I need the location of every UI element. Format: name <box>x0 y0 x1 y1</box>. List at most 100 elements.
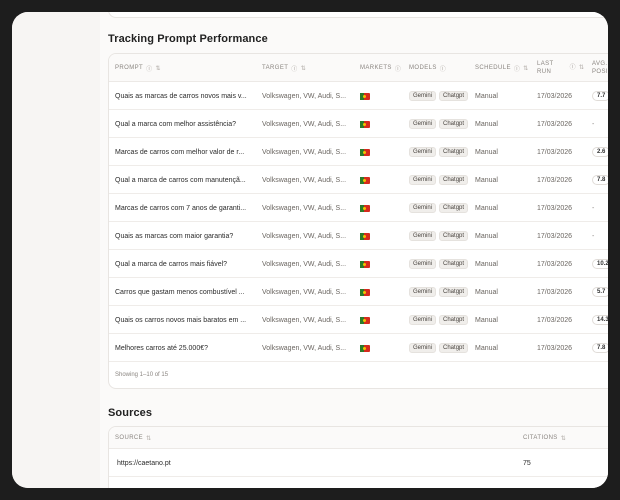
schedule-cell: Manual <box>475 260 498 268</box>
table-row[interactable]: Quais os carros novos mais baratos em ..… <box>109 306 608 334</box>
market-cell <box>360 138 380 166</box>
target-cell: Volkswagen, VW, Audi, S... <box>262 288 347 296</box>
col-avg-position[interactable]: AVG. POSIT <box>592 54 608 82</box>
models-cell: Gemini Chatgpt <box>409 278 473 306</box>
sources-header: SOURCE ⇅ CITATIONS ⇅ <box>109 427 608 449</box>
target-cell: Volkswagen, VW, Audi, S... <box>262 344 347 352</box>
model-tag: Gemini <box>409 231 437 241</box>
info-circle-icon: ⓘ <box>394 66 402 73</box>
market-cell <box>360 166 380 194</box>
table-row[interactable]: Melhores carros até 25.000€? Volkswagen, … <box>109 334 608 362</box>
model-tag: Chatgpt <box>439 91 469 101</box>
prompt-cell[interactable]: Marcas de carros com 7 anos de garanti..… <box>115 194 257 222</box>
last-run-cell: 17/03/2026 <box>537 316 573 324</box>
prompt-cell[interactable]: Qual a marca de carros mais fiável? <box>115 250 257 278</box>
portugal-flag-icon <box>360 316 370 324</box>
col-source[interactable]: SOURCE ⇅ <box>115 427 152 449</box>
table-row[interactable]: Marcas de carros com melhor valor de r..… <box>109 138 608 166</box>
last-run-cell: 17/03/2026 <box>537 232 573 240</box>
info-circle-icon: ⓘ <box>146 66 153 73</box>
sort-arrows-icon[interactable]: ⇅ <box>301 65 306 72</box>
target-cell: Volkswagen, VW, Audi, S... <box>262 316 347 324</box>
model-tag: Chatgpt <box>439 343 469 353</box>
position-badge: 10.2 <box>592 259 608 269</box>
position-cell: - <box>592 110 608 138</box>
sort-arrows-icon[interactable]: ⇅ <box>561 435 566 442</box>
position-cell: 7.7 <box>592 82 608 110</box>
model-tag: Chatgpt <box>439 175 469 185</box>
schedule-cell: Manual <box>475 344 498 352</box>
prompt-cell[interactable]: Quais as marcas de carros novos mais v..… <box>115 82 257 110</box>
table-row[interactable]: Carros que gastam menos combustível ... V… <box>109 278 608 306</box>
model-tag: Gemini <box>409 175 437 185</box>
models-cell: Gemini Chatgpt <box>409 334 473 362</box>
prompt-cell[interactable]: Melhores carros até 25.000€? <box>115 334 257 362</box>
position-cell: - <box>592 222 608 250</box>
last-run-cell: 17/03/2026 <box>537 288 573 296</box>
table-row[interactable]: Qual a marca de carros com manutençã... V… <box>109 166 608 194</box>
last-run-cell: 17/03/2026 <box>537 120 573 128</box>
sort-arrows-icon[interactable]: ⇅ <box>579 64 584 72</box>
prompt-cell[interactable]: Qual a marca de carros com manutençã... <box>115 166 257 194</box>
table-row[interactable]: Quais as marcas de carros novos mais v..… <box>109 82 608 110</box>
position-badge: 5.7 <box>592 287 608 297</box>
sidebar <box>12 12 100 488</box>
col-citations[interactable]: CITATIONS ⇅ <box>523 427 566 449</box>
source-link[interactable]: https://caetano.pt <box>117 449 171 477</box>
last-run-cell: 17/03/2026 <box>537 344 573 352</box>
target-cell: Volkswagen, VW, Audi, S... <box>262 232 347 240</box>
model-tag: Chatgpt <box>439 231 469 241</box>
sort-arrows-icon[interactable]: ⇅ <box>523 65 528 72</box>
schedule-cell: Manual <box>475 288 498 296</box>
prompt-cell[interactable]: Carros que gastam menos combustível ... <box>115 278 257 306</box>
col-prompt[interactable]: PROMPT ⓘ ⇅ <box>115 54 161 82</box>
portugal-flag-icon <box>360 92 370 100</box>
table-row[interactable]: Marcas de carros com 7 anos de garanti..… <box>109 194 608 222</box>
model-tag: Chatgpt <box>439 315 469 325</box>
position-cell: 2.6 <box>592 138 608 166</box>
schedule-cell: Manual <box>475 148 498 156</box>
prompt-cell[interactable]: Marcas de carros com melhor valor de r..… <box>115 138 257 166</box>
prompt-cell[interactable]: Qual a marca com melhor assistência? <box>115 110 257 138</box>
model-tag: Gemini <box>409 287 437 297</box>
models-cell: Gemini Chatgpt <box>409 306 473 334</box>
source-row[interactable]: https://caetano.pt 75 <box>109 449 608 477</box>
schedule-cell: Manual <box>475 204 498 212</box>
last-run-cell: 17/03/2026 <box>537 92 573 100</box>
target-cell: Volkswagen, VW, Audi, S... <box>262 204 347 212</box>
position-cell: 7.8 <box>592 166 608 194</box>
table-body: Quais as marcas de carros novos mais v..… <box>109 82 608 362</box>
col-last-run[interactable]: LAST RUN ⓘ ⇅ <box>537 54 584 82</box>
sort-arrows-icon[interactable]: ⇅ <box>146 435 151 442</box>
position-empty: - <box>592 204 595 212</box>
prompt-cell[interactable]: Quais os carros novos mais baratos em ..… <box>115 306 257 334</box>
models-cell: Gemini Chatgpt <box>409 82 473 110</box>
market-cell <box>360 306 380 334</box>
col-models[interactable]: MODELS ⓘ <box>409 54 446 82</box>
col-markets[interactable]: MARKETS ⓘ <box>360 54 401 82</box>
prompt-cell[interactable]: Quais as marcas com maior garantia? <box>115 222 257 250</box>
model-tag: Gemini <box>409 259 437 269</box>
table-row[interactable]: Quais as marcas com maior garantia? Volks… <box>109 222 608 250</box>
portugal-flag-icon <box>360 232 370 240</box>
table-row[interactable]: Qual a marca com melhor assistência? Volk… <box>109 110 608 138</box>
last-run-cell: 17/03/2026 <box>537 260 573 268</box>
sources-section-title: Sources <box>108 407 153 419</box>
col-schedule[interactable]: SCHEDULE ⓘ ⇅ <box>475 54 529 82</box>
sort-arrows-icon[interactable]: ⇅ <box>155 65 160 72</box>
table-row[interactable]: Qual a marca de carros mais fiável? Volks… <box>109 250 608 278</box>
portugal-flag-icon <box>360 176 370 184</box>
schedule-cell: Manual <box>475 176 498 184</box>
citations-count: 75 <box>523 459 531 467</box>
info-circle-icon: ⓘ <box>569 65 577 71</box>
tracking-table: PROMPT ⓘ ⇅ TARGET ⓘ ⇅ MARKETS ⓘ MODELS ⓘ <box>108 53 608 389</box>
last-run-cell: 17/03/2026 <box>537 204 573 212</box>
app-window: Tracking Prompt Performance PROMPT ⓘ ⇅ T… <box>12 12 608 488</box>
pagination-summary: Showing 1–10 of 15 <box>115 372 169 378</box>
sources-body: https://caetano.pt 75 <box>109 449 608 477</box>
col-target[interactable]: TARGET ⓘ ⇅ <box>262 54 306 82</box>
target-cell: Volkswagen, VW, Audi, S... <box>262 120 347 128</box>
position-badge: 7.7 <box>592 91 608 101</box>
model-tag: Gemini <box>409 147 437 157</box>
market-cell <box>360 222 380 250</box>
